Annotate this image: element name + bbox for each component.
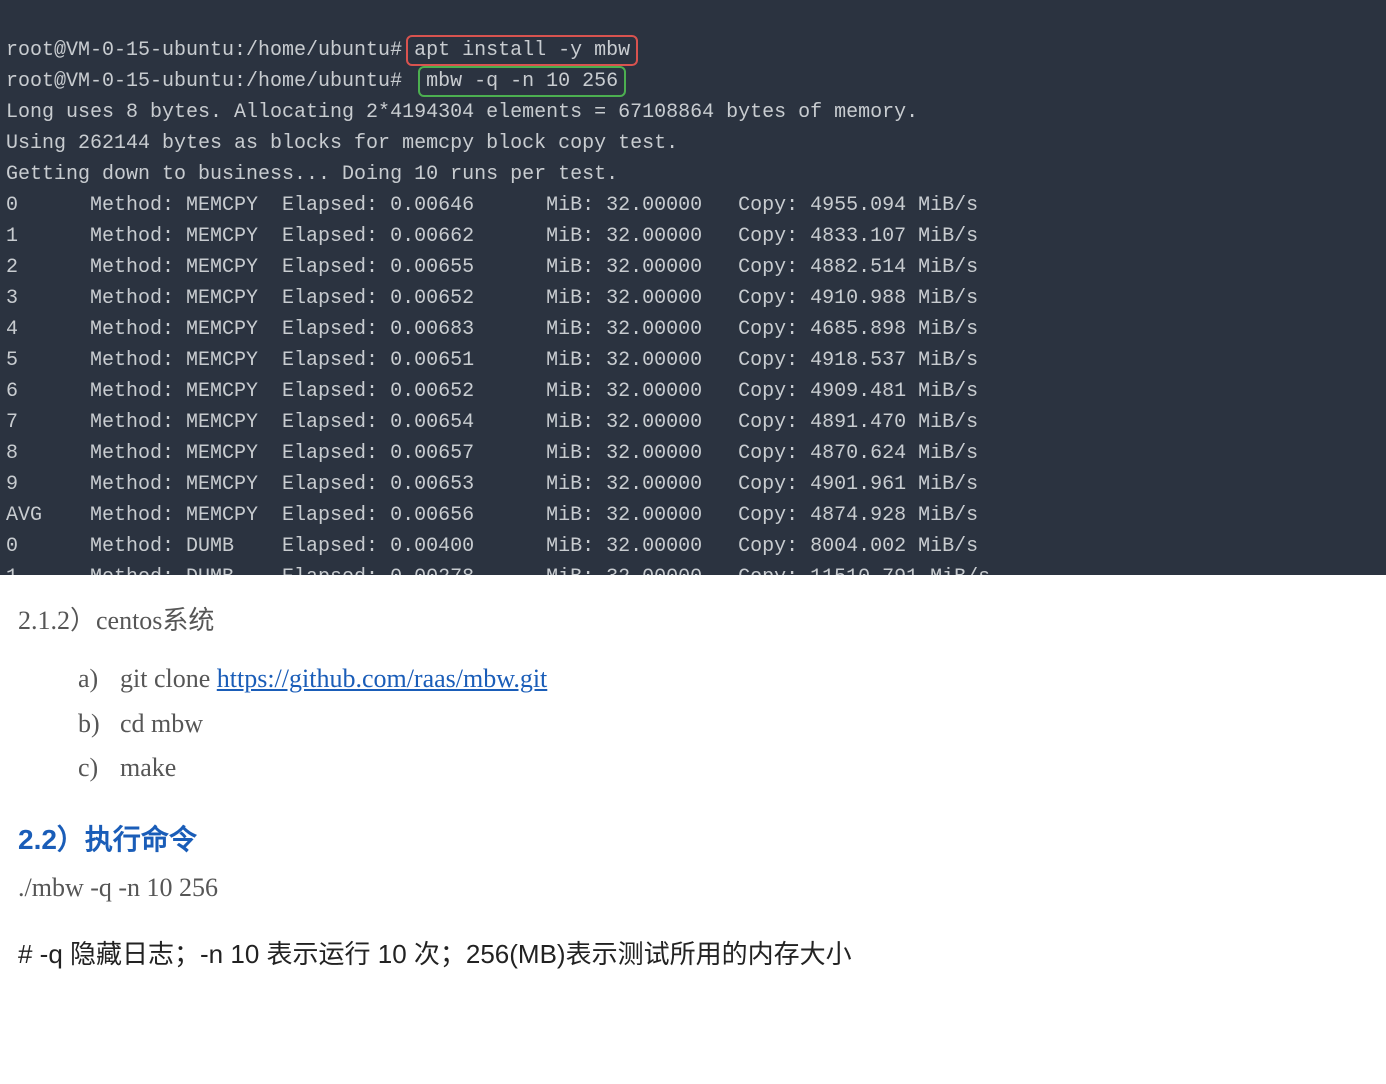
table-row: 5 Method: MEMCPY Elapsed: 0.00651 MiB: 3… [6,345,1380,376]
step-text: cd mbw [120,709,203,738]
git-repo-link[interactable]: https://github.com/raas/mbw.git [217,664,548,693]
table-row: 0 Method: MEMCPY Elapsed: 0.00646 MiB: 3… [6,190,1380,221]
run-command-highlight: mbw -q -n 10 256 [418,66,626,97]
command-note: # -q 隐藏日志；-n 10 表示运行 10 次；256(MB)表示测试所用的… [18,934,1368,974]
table-row: 6 Method: MEMCPY Elapsed: 0.00652 MiB: 3… [6,376,1380,407]
table-row: 7 Method: MEMCPY Elapsed: 0.00654 MiB: 3… [6,407,1380,438]
list-item: c)make [78,748,1368,788]
terminal-info-line: Getting down to business... Doing 10 run… [6,163,618,186]
table-row: 1 Method: DUMB Elapsed: 0.00278 MiB: 32.… [6,562,1380,575]
shell-prompt: root@VM-0-15-ubuntu:/home/ubuntu# [6,39,402,62]
step-text: git clone [120,664,217,693]
terminal-info-line: Using 262144 bytes as blocks for memcpy … [6,132,678,155]
article-body: 2.1.2）centos系统 a)git clone https://githu… [0,575,1386,1014]
install-command-highlight: apt install -y mbw [406,35,638,66]
list-marker: a) [78,659,120,699]
table-row: 4 Method: MEMCPY Elapsed: 0.00683 MiB: 3… [6,314,1380,345]
table-row: 9 Method: MEMCPY Elapsed: 0.00653 MiB: 3… [6,469,1380,500]
terminal-info-line: Long uses 8 bytes. Allocating 2*4194304 … [6,101,918,124]
list-marker: b) [78,704,120,744]
section-22-title: 2.2）执行命令 [18,818,1368,861]
table-row: 2 Method: MEMCPY Elapsed: 0.00655 MiB: 3… [6,252,1380,283]
shell-prompt: root@VM-0-15-ubuntu:/home/ubuntu# [6,70,402,93]
table-row: 3 Method: MEMCPY Elapsed: 0.00652 MiB: 3… [6,283,1380,314]
table-row: 0 Method: DUMB Elapsed: 0.00400 MiB: 32.… [6,531,1380,562]
terminal-output: root@VM-0-15-ubuntu:/home/ubuntu#apt ins… [0,0,1386,575]
step-text: make [120,753,176,782]
table-row: AVG Method: MEMCPY Elapsed: 0.00656 MiB:… [6,500,1380,531]
list-item: a)git clone https://github.com/raas/mbw.… [78,659,1368,699]
table-row: 1 Method: MEMCPY Elapsed: 0.00662 MiB: 3… [6,221,1380,252]
run-command-text: ./mbw -q -n 10 256 [18,868,1368,908]
list-item: b)cd mbw [78,704,1368,744]
table-row: 8 Method: MEMCPY Elapsed: 0.00657 MiB: 3… [6,438,1380,469]
benchmark-table: 0 Method: MEMCPY Elapsed: 0.00646 MiB: 3… [6,190,1380,575]
list-marker: c) [78,748,120,788]
section-212-title: 2.1.2）centos系统 [18,601,1368,641]
centos-steps-list: a)git clone https://github.com/raas/mbw.… [18,659,1368,788]
